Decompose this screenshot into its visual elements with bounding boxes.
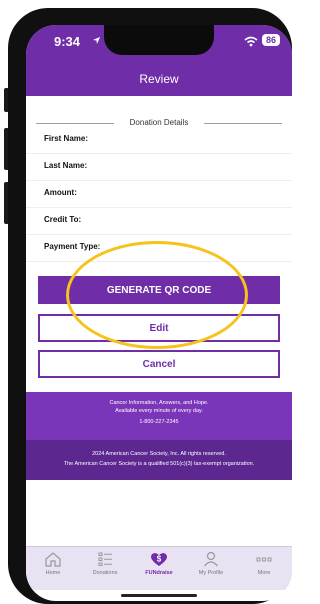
tab-label: FUNdraise <box>145 570 173 576</box>
field-label: First Name: <box>44 134 89 143</box>
person-icon <box>204 551 218 567</box>
generate-qr-code-button[interactable]: GENERATE QR CODE <box>38 276 280 304</box>
tab-label: Donations <box>92 570 118 576</box>
field-credit-to: Credit To: <box>26 208 292 235</box>
status-bar: 9:34 86 <box>26 25 292 63</box>
status-time: 9:34 <box>54 34 81 49</box>
field-label: Last Name: <box>44 161 88 170</box>
tab-more[interactable]: More <box>238 551 290 576</box>
cancel-button[interactable]: Cancel <box>38 350 280 378</box>
battery-indicator: 86 <box>262 34 280 46</box>
footer-availability: Available every minute of every day. <box>115 408 203 414</box>
tab-label: More <box>257 570 271 576</box>
footer-copyright: 2024 American Cancer Society, Inc. All r… <box>92 451 226 457</box>
phone-screen: 9:34 86 Review Donation Details First Na… <box>26 25 292 601</box>
location-arrow-icon <box>92 36 101 45</box>
field-label: Amount: <box>44 188 77 197</box>
dollar-heart-icon: $ <box>151 553 167 566</box>
tab-fundraise[interactable]: $ FUNdraise <box>133 551 185 576</box>
wifi-icon <box>244 36 258 47</box>
more-icon <box>256 557 272 562</box>
tab-bar: Home Donations $ FUNdraise My Profile Mo… <box>26 546 292 590</box>
field-label: Payment Type: <box>44 242 101 251</box>
tab-label: My Profile <box>198 570 224 576</box>
svg-text:$: $ <box>157 555 162 564</box>
list-icon <box>98 552 112 566</box>
tab-my-profile[interactable]: My Profile <box>185 551 237 576</box>
field-first-name: First Name: <box>26 127 292 154</box>
footer-phone-link[interactable]: 1-800-227-2345 <box>26 418 292 426</box>
field-amount: Amount: <box>26 181 292 208</box>
field-label: Credit To: <box>44 215 82 224</box>
tab-label: Home <box>45 570 61 576</box>
tab-home[interactable]: Home <box>27 551 79 576</box>
footer-tagline: Cancer Information, Answers, and Hope. <box>109 400 209 406</box>
footer-disclaimer: The American Cancer Society is a qualifi… <box>63 461 255 467</box>
edit-button[interactable]: Edit <box>38 314 280 342</box>
field-payment-type: Payment Type: <box>26 235 292 262</box>
footer-info: Cancer Information, Answers, and Hope. A… <box>26 392 292 440</box>
page-title: Review <box>26 63 292 96</box>
field-last-name: Last Name: <box>26 154 292 181</box>
tab-donations[interactable]: Donations <box>79 551 131 576</box>
home-indicator <box>121 594 197 597</box>
footer-legal: 2024 American Cancer Society, Inc. All r… <box>26 440 292 480</box>
home-icon <box>45 552 61 567</box>
phone-frame: 9:34 86 Review Donation Details First Na… <box>8 8 292 604</box>
camera-notch <box>104 25 214 55</box>
